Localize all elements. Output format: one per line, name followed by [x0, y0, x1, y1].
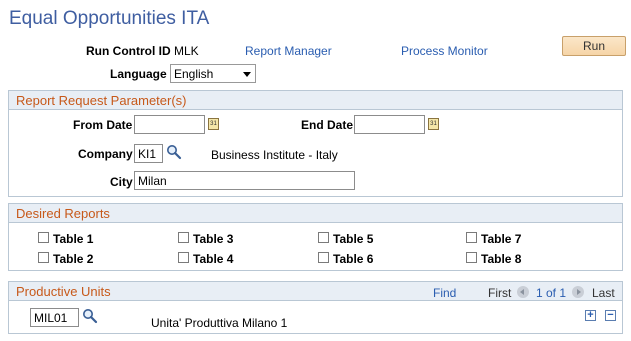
company-input[interactable]: KI1	[134, 144, 163, 163]
report-params-header: Report Request Parameter(s)	[9, 91, 622, 110]
run-control-value: MLK	[174, 44, 199, 58]
end-date-input[interactable]	[354, 115, 425, 134]
desired-reports-heading: Desired Reports	[16, 206, 110, 221]
desired-reports-header: Desired Reports	[9, 204, 622, 223]
company-value: KI1	[138, 147, 157, 161]
table-6-label: Table 6	[333, 252, 374, 266]
productive-units-header: Productive Units	[9, 282, 622, 301]
report-manager-link[interactable]: Report Manager	[245, 44, 332, 58]
table-3-label: Table 3	[193, 232, 234, 246]
lookup-icon[interactable]	[166, 144, 182, 160]
table-1-label: Table 1	[53, 232, 94, 246]
run-control-label: Run Control ID	[86, 44, 171, 58]
page-title: Equal Opportunities ITA	[9, 8, 210, 29]
add-row-button[interactable]: +	[585, 310, 596, 321]
run-button[interactable]: Run	[562, 36, 626, 56]
row-counter: 1 of 1	[536, 286, 567, 300]
table-1-checkbox[interactable]	[38, 232, 49, 243]
lookup-icon[interactable]	[82, 308, 98, 324]
last-link[interactable]: Last	[592, 286, 615, 300]
table-7-label: Table 7	[481, 232, 522, 246]
find-link[interactable]: Find	[433, 286, 456, 300]
table-8-label: Table 8	[481, 252, 522, 266]
calendar-icon[interactable]: 31	[208, 118, 219, 130]
report-params-heading: Report Request Parameter(s)	[16, 93, 187, 108]
city-input[interactable]: Milan	[134, 171, 355, 190]
table-2-checkbox[interactable]	[38, 252, 49, 263]
next-icon[interactable]	[572, 286, 584, 298]
table-5-label: Table 5	[333, 232, 374, 246]
table-3-checkbox[interactable]	[178, 232, 189, 243]
company-description: Business Institute - Italy	[211, 148, 338, 162]
chevron-down-icon	[243, 72, 251, 77]
table-7-checkbox[interactable]	[466, 232, 477, 243]
calendar-icon[interactable]: 31	[428, 118, 439, 130]
delete-row-button[interactable]: −	[605, 310, 616, 321]
productive-unit-description: Unita' Produttiva Milano 1	[151, 316, 288, 330]
productive-unit-code: MIL01	[34, 311, 68, 325]
language-value: English	[174, 67, 214, 81]
desired-reports-group: Desired Reports	[8, 203, 623, 271]
end-date-label: End Date	[301, 118, 354, 132]
process-monitor-link[interactable]: Process Monitor	[401, 44, 488, 58]
first-link[interactable]: First	[488, 286, 511, 300]
table-4-checkbox[interactable]	[178, 252, 189, 263]
previous-icon[interactable]	[517, 286, 529, 298]
table-6-checkbox[interactable]	[318, 252, 329, 263]
productive-units-group: Productive Units	[8, 281, 623, 334]
from-date-label: From Date	[73, 118, 133, 132]
productive-unit-input[interactable]: MIL01	[30, 308, 79, 327]
from-date-input[interactable]	[134, 115, 205, 134]
table-5-checkbox[interactable]	[318, 232, 329, 243]
language-label: Language	[110, 67, 167, 81]
productive-units-heading: Productive Units	[16, 284, 111, 299]
language-select[interactable]: English	[170, 64, 256, 83]
city-label: City	[110, 175, 133, 189]
company-label: Company	[78, 147, 133, 161]
city-value: Milan	[138, 174, 167, 188]
table-2-label: Table 2	[53, 252, 94, 266]
table-4-label: Table 4	[193, 252, 234, 266]
table-8-checkbox[interactable]	[466, 252, 477, 263]
